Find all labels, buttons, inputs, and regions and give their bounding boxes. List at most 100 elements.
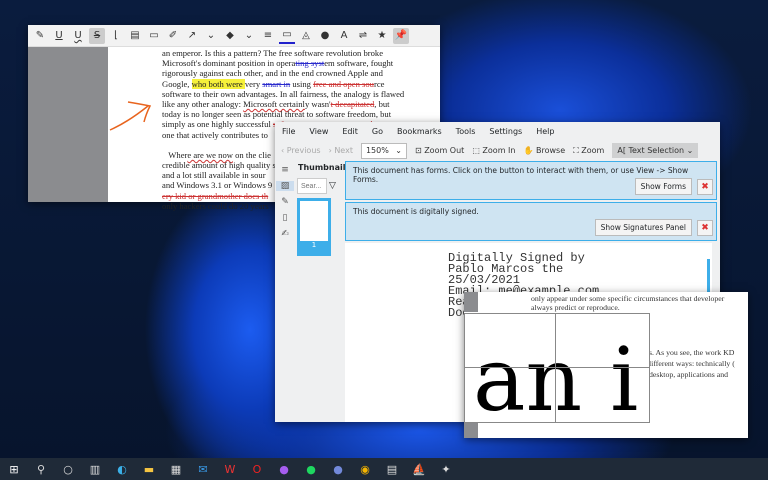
app-icon[interactable]: ⛵: [410, 460, 428, 478]
menu-edit[interactable]: Edit: [342, 127, 358, 136]
spotify-icon[interactable]: ●: [302, 460, 320, 478]
text-line: desktop, applications and: [649, 370, 729, 379]
line-width-icon[interactable]: ≡: [260, 28, 276, 44]
text-run: Wher: [162, 149, 188, 160]
page-margin: [464, 292, 478, 312]
magnifier: an i: [464, 313, 650, 423]
chevron-down-icon[interactable]: ⌄: [203, 28, 219, 44]
thumbnails-icon[interactable]: ▨: [276, 181, 294, 191]
search-icon[interactable]: ⚲: [32, 460, 50, 478]
chrome-icon[interactable]: ◉: [356, 460, 374, 478]
popup-note-icon[interactable]: ▭: [146, 28, 162, 44]
previous-button[interactable]: ‹ Previous: [281, 146, 321, 155]
thumbnails-panel: Thumbnails ▽ 1: [295, 161, 350, 422]
font-icon[interactable]: A: [336, 28, 352, 44]
opacity-icon[interactable]: ●: [317, 28, 333, 44]
zoom-out-button[interactable]: ⊡ Zoom Out: [415, 146, 464, 155]
menu-settings[interactable]: Settings: [489, 127, 522, 136]
show-forms-button[interactable]: Show Forms: [634, 178, 692, 195]
filter-icon[interactable]: ▽: [329, 181, 336, 191]
star-icon[interactable]: ★: [374, 28, 390, 44]
menu-go[interactable]: Go: [372, 127, 383, 136]
strikeout-icon[interactable]: S: [89, 27, 105, 44]
app-icon[interactable]: ✦: [437, 460, 455, 478]
cortana-icon[interactable]: ○: [59, 460, 77, 478]
page-number: 1: [311, 241, 317, 249]
magnifier-document-window: only appear under some specific circumst…: [464, 292, 748, 438]
menu-view[interactable]: View: [309, 127, 328, 136]
wps-icon[interactable]: W: [221, 460, 239, 478]
store-icon[interactable]: ▦: [167, 460, 185, 478]
text-run: Google,: [162, 78, 192, 89]
edge-icon[interactable]: ◐: [113, 460, 131, 478]
page-margin: [28, 47, 108, 202]
stamp-icon[interactable]: ◆: [222, 28, 238, 44]
text-run: who both were: [191, 78, 245, 89]
menu-bar: File View Edit Go Bookmarks Tools Settin…: [275, 122, 720, 140]
text-run: , but: [374, 98, 390, 109]
start-icon[interactable]: ⊞: [5, 460, 23, 478]
page-margin: [464, 423, 478, 438]
text-run: free and open sou: [313, 78, 374, 89]
zoom-tool-button[interactable]: ⛶ Zoom: [573, 146, 604, 156]
taskbar: ⊞ ⚲ ○ ▥ ◐ ▬ ▦ ✉ W O ● ● ● ◉ ▤ ⛵ ✦: [0, 458, 768, 480]
zoom-in-button[interactable]: ⬚ Zoom In: [472, 146, 515, 155]
opera-icon[interactable]: O: [248, 460, 266, 478]
annotations-icon[interactable]: ✎: [281, 197, 289, 207]
close-icon[interactable]: ✖: [697, 220, 713, 236]
signed-banner: This document is digitally signed. Show …: [345, 202, 717, 241]
menu-help[interactable]: Help: [536, 127, 554, 136]
fill-icon[interactable]: ◬: [298, 28, 314, 44]
color-icon[interactable]: ▭: [279, 28, 295, 44]
bookmarks-icon[interactable]: ▯: [283, 213, 288, 223]
settings-icon[interactable]: ⇌: [355, 28, 371, 44]
file-explorer-icon[interactable]: ▬: [140, 460, 158, 478]
highlighter-icon[interactable]: ✎: [32, 28, 48, 44]
zoom-combo[interactable]: 150% ⌄: [360, 142, 407, 159]
text-run: software to their own advantages. In all…: [162, 88, 405, 99]
text-line: lifferent ways: technically (: [649, 359, 735, 368]
text-run: rce: [373, 78, 385, 89]
text-run: [162, 140, 164, 150]
sidebar-tabs: ≡ ▨ ✎ ▯ ✍: [275, 161, 295, 422]
signatures-icon[interactable]: ✍: [281, 229, 289, 239]
task-view-icon[interactable]: ▥: [86, 460, 104, 478]
text-selection-label: Text Selection: [628, 146, 685, 155]
chevron-down-icon: ⌄: [395, 145, 402, 155]
page-thumbnail[interactable]: 1: [297, 198, 331, 256]
text-selection-button[interactable]: A[ Text Selection ⌄: [612, 143, 699, 158]
chevron-down-icon[interactable]: ⌄: [241, 28, 257, 44]
previous-label: Previous: [286, 146, 321, 155]
text-run: on the clie: [232, 149, 271, 160]
thumbnail-search-input[interactable]: [297, 178, 327, 194]
text-line: only appear under some specific circumst…: [531, 294, 725, 303]
next-button[interactable]: › Next: [329, 146, 353, 155]
toc-icon[interactable]: ≡: [281, 165, 289, 175]
zoom-in-label: Zoom In: [482, 146, 516, 155]
menu-tools[interactable]: Tools: [456, 127, 476, 136]
crosshair: [465, 367, 649, 368]
next-label: Next: [334, 146, 353, 155]
document-text: s. As you see, the work KD lifferent way…: [649, 347, 735, 380]
show-signatures-button[interactable]: Show Signatures Panel: [594, 219, 692, 236]
messenger-icon[interactable]: ●: [275, 460, 293, 478]
text-line: s. As you see, the work KD: [649, 348, 735, 357]
browse-button[interactable]: ✋ Browse: [523, 146, 565, 155]
text-line: today is no longer seen as potential thr…: [162, 109, 430, 119]
typewriter-icon[interactable]: ⌊: [108, 28, 124, 44]
close-icon[interactable]: ✖: [697, 179, 713, 195]
freehand-icon[interactable]: ✐: [165, 28, 181, 44]
squiggle-icon[interactable]: U: [70, 28, 86, 44]
discord-icon[interactable]: ●: [329, 460, 347, 478]
zoom-tool-label: Zoom: [581, 145, 605, 155]
zoom-value: 150%: [365, 145, 389, 155]
pin-icon[interactable]: 📌: [393, 27, 409, 44]
menu-file[interactable]: File: [282, 127, 295, 136]
text-run: like any other analogy:: [162, 98, 244, 109]
mail-icon[interactable]: ✉: [194, 460, 212, 478]
menu-bookmarks[interactable]: Bookmarks: [397, 127, 442, 136]
inline-note-icon[interactable]: ▤: [127, 28, 143, 44]
arrow-icon[interactable]: ↗: [184, 28, 200, 44]
calculator-icon[interactable]: ▤: [383, 460, 401, 478]
underline-icon[interactable]: U: [51, 28, 67, 44]
